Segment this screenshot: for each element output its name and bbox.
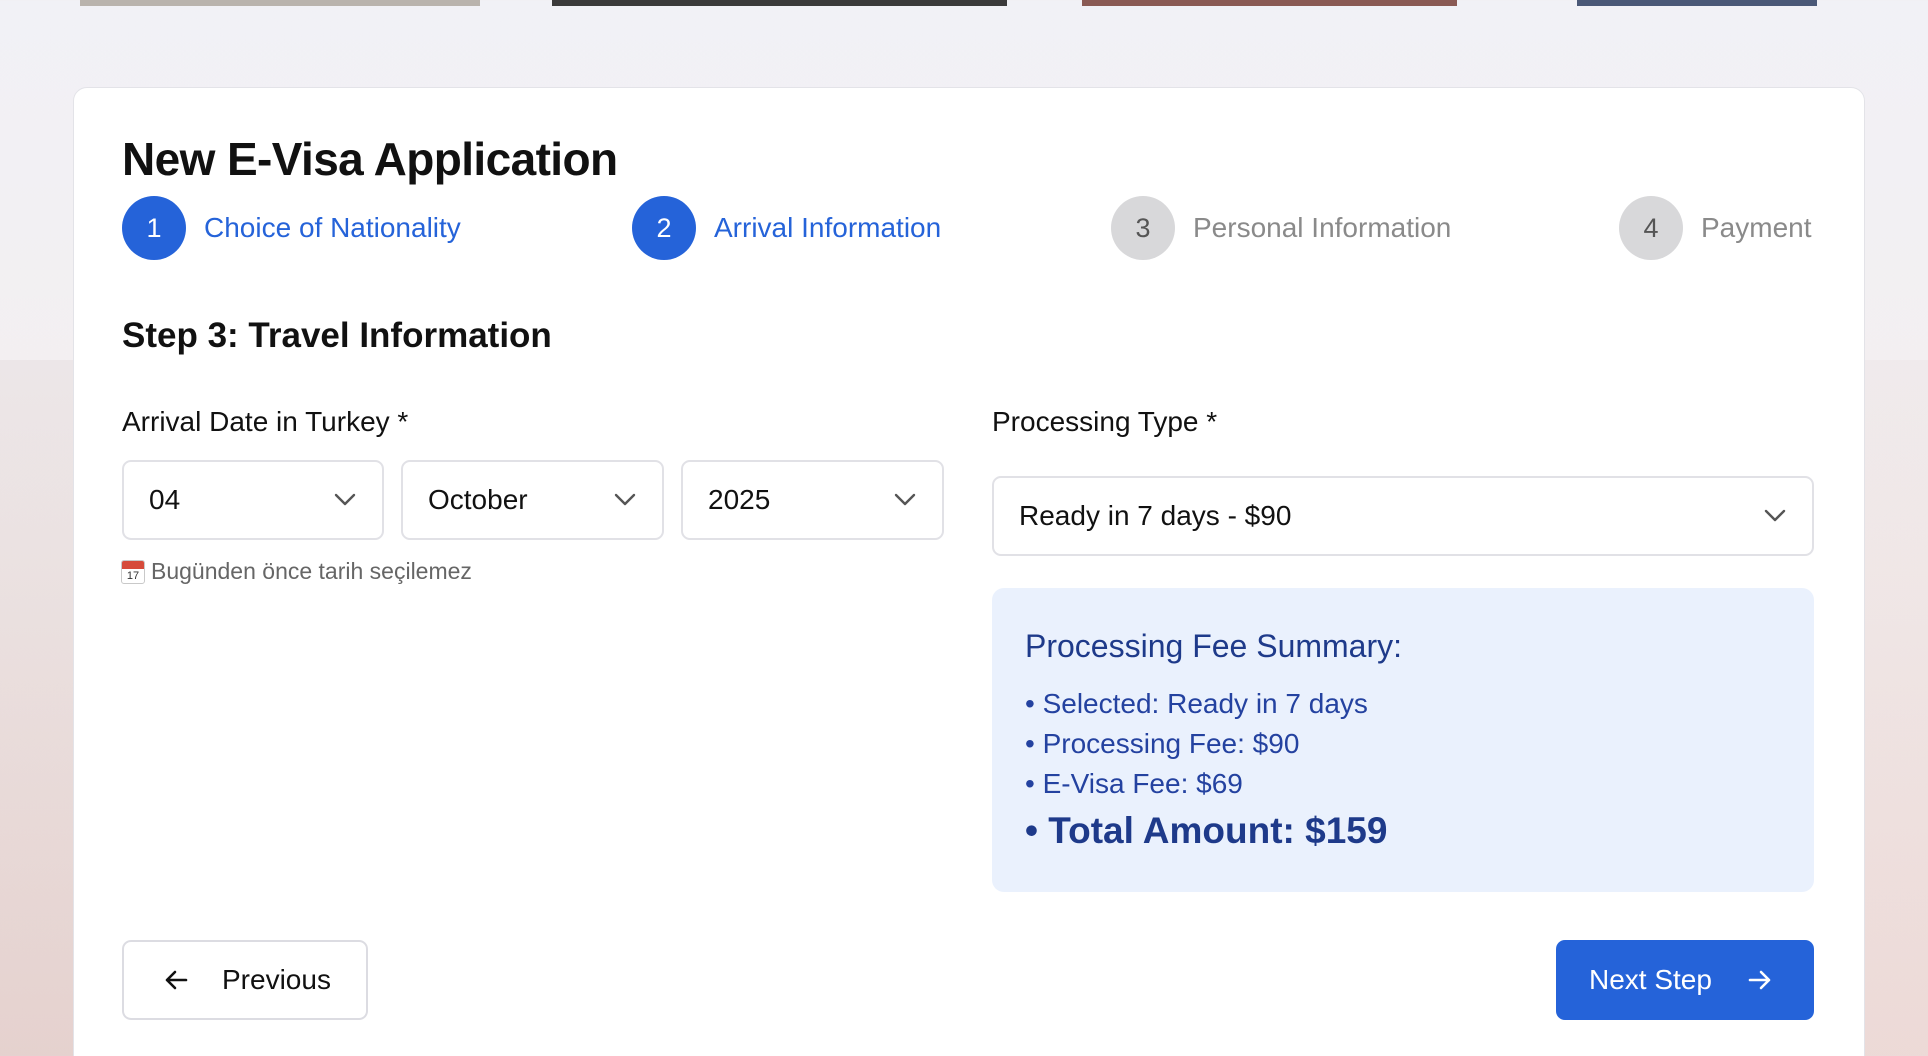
- arrow-right-icon: [1748, 970, 1771, 990]
- step-label: Payment: [1701, 212, 1812, 243]
- processing-type-value: Ready in 7 days - $90: [1019, 500, 1292, 531]
- date-hint-text: Bugünden önce tarih seçilemez: [151, 558, 472, 584]
- step-2-arrival-information[interactable]: 2 Arrival Information: [632, 196, 941, 260]
- step-number-badge: 4: [1619, 196, 1683, 260]
- calendar-icon: 17: [121, 559, 145, 584]
- date-hint: 17 Bugünden önce tarih seçilemez: [121, 558, 472, 585]
- arrival-year-select[interactable]: 2025: [681, 460, 944, 540]
- summary-total-amount: • Total Amount: $159: [1025, 810, 1388, 851]
- step-number-badge: 2: [632, 196, 696, 260]
- chevron-down-icon: [614, 493, 636, 506]
- step-number-badge: 3: [1111, 196, 1175, 260]
- arrow-left-icon: [165, 970, 188, 990]
- arrival-date-label: Arrival Date in Turkey *: [122, 406, 409, 437]
- arrival-day-select[interactable]: 04: [122, 460, 384, 540]
- next-step-button-label: Next Step: [1589, 964, 1712, 995]
- previous-button-label: Previous: [222, 964, 331, 995]
- summary-title: Processing Fee Summary:: [1025, 628, 1403, 664]
- step-1-choice-of-nationality[interactable]: 1 Choice of Nationality: [122, 196, 461, 260]
- arrival-day-value: 04: [149, 484, 181, 515]
- next-step-button[interactable]: Next Step: [1556, 940, 1814, 1020]
- chevron-down-icon: [334, 493, 356, 506]
- step-3-personal-information[interactable]: 3 Personal Information: [1111, 196, 1451, 260]
- processing-type-label: Processing Type *: [992, 406, 1218, 437]
- arrival-month-value: October: [428, 484, 528, 515]
- section-title: Step 3: Travel Information: [122, 316, 552, 355]
- arrival-month-select[interactable]: October: [401, 460, 664, 540]
- background-photo-strip: [0, 0, 1928, 6]
- processing-type-select[interactable]: Ready in 7 days - $90: [992, 476, 1814, 556]
- processing-fee-summary: Processing Fee Summary: • Selected: Read…: [992, 588, 1814, 892]
- step-4-payment[interactable]: 4 Payment: [1619, 196, 1812, 260]
- previous-button[interactable]: Previous: [122, 940, 368, 1020]
- chevron-down-icon: [894, 493, 916, 506]
- step-label: Choice of Nationality: [204, 212, 461, 243]
- step-label: Arrival Information: [714, 212, 942, 243]
- arrival-year-value: 2025: [708, 484, 771, 515]
- summary-processing-fee: • Processing Fee: $90: [1025, 728, 1300, 759]
- summary-evisa-fee: • E-Visa Fee: $69: [1025, 768, 1243, 799]
- summary-selected: • Selected: Ready in 7 days: [1025, 688, 1368, 719]
- background-city-image-right: [1862, 360, 1928, 1056]
- step-label: Personal Information: [1193, 212, 1452, 243]
- step-number-badge: 1: [122, 196, 186, 260]
- page-title: New E-Visa Application: [122, 133, 618, 185]
- background-city-image: [0, 360, 80, 1056]
- chevron-down-icon: [1764, 509, 1786, 522]
